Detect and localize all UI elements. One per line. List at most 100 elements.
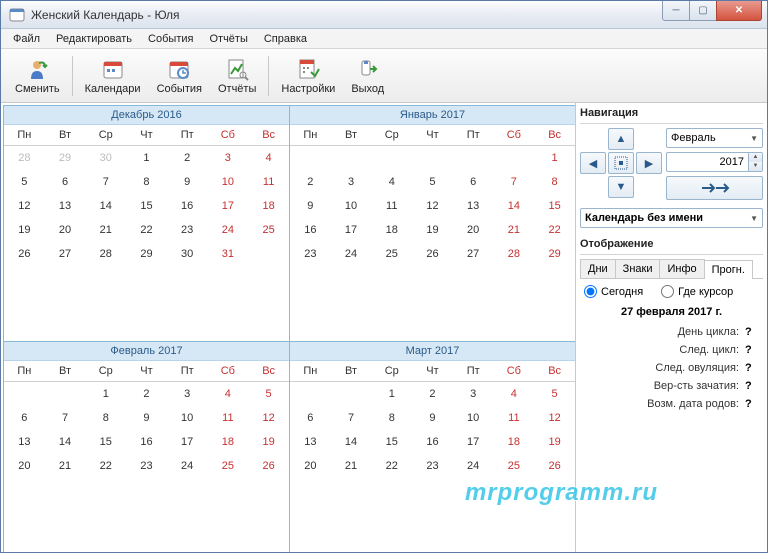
day-cell[interactable]: 2: [126, 381, 167, 406]
day-cell[interactable]: 21: [85, 218, 126, 242]
day-cell[interactable]: 10: [208, 170, 249, 194]
day-cell[interactable]: 26: [412, 242, 453, 266]
day-cell[interactable]: 20: [453, 218, 494, 242]
day-cell[interactable]: 31: [208, 242, 249, 266]
day-cell[interactable]: 17: [331, 218, 372, 242]
year-down-button[interactable]: ▼: [748, 162, 762, 171]
day-cell[interactable]: 2: [167, 146, 208, 171]
day-cell[interactable]: 24: [208, 218, 249, 242]
maximize-button[interactable]: ▢: [689, 1, 717, 21]
close-button[interactable]: ✕: [716, 1, 762, 21]
day-cell[interactable]: 8: [85, 406, 126, 430]
tool-Отчёты[interactable]: Отчёты: [210, 55, 264, 97]
nav-go-button[interactable]: [666, 176, 763, 200]
day-cell[interactable]: 9: [412, 406, 453, 430]
calendar-combo[interactable]: Календарь без имени ▼: [580, 208, 763, 228]
day-cell[interactable]: 18: [208, 430, 249, 454]
day-cell[interactable]: 25: [248, 218, 289, 242]
day-cell[interactable]: [45, 381, 86, 406]
year-up-button[interactable]: ▲: [748, 153, 762, 162]
day-cell[interactable]: [331, 381, 372, 406]
day-cell[interactable]: 8: [371, 406, 412, 430]
radio-cursor[interactable]: Где курсор: [661, 285, 733, 298]
day-cell[interactable]: 24: [453, 454, 494, 478]
day-cell[interactable]: [453, 146, 494, 171]
day-cell[interactable]: [290, 381, 331, 406]
year-input[interactable]: [671, 156, 748, 168]
day-cell[interactable]: 23: [167, 218, 208, 242]
day-cell[interactable]: 11: [248, 170, 289, 194]
nav-down-button[interactable]: ▼: [608, 176, 634, 198]
day-cell[interactable]: 25: [494, 454, 535, 478]
day-cell[interactable]: 8: [126, 170, 167, 194]
day-cell[interactable]: 4: [208, 381, 249, 406]
day-cell[interactable]: 13: [4, 430, 45, 454]
day-cell[interactable]: 15: [126, 194, 167, 218]
day-cell[interactable]: 22: [371, 454, 412, 478]
day-cell[interactable]: 29: [45, 146, 86, 171]
tool-Настройки[interactable]: Настройки: [273, 55, 343, 97]
day-cell[interactable]: [412, 146, 453, 171]
day-cell[interactable]: 25: [371, 242, 412, 266]
nav-up-button[interactable]: ▲: [608, 128, 634, 150]
day-cell[interactable]: 22: [85, 454, 126, 478]
day-cell[interactable]: 23: [126, 454, 167, 478]
day-cell[interactable]: 20: [290, 454, 331, 478]
day-cell[interactable]: 28: [85, 242, 126, 266]
day-cell[interactable]: 7: [45, 406, 86, 430]
day-cell[interactable]: 13: [290, 430, 331, 454]
day-cell[interactable]: 9: [126, 406, 167, 430]
day-cell[interactable]: 5: [534, 381, 575, 406]
day-cell[interactable]: 14: [494, 194, 535, 218]
day-cell[interactable]: 11: [494, 406, 535, 430]
day-cell[interactable]: 9: [290, 194, 331, 218]
day-cell[interactable]: 20: [45, 218, 86, 242]
day-cell[interactable]: 13: [453, 194, 494, 218]
day-cell[interactable]: 5: [248, 381, 289, 406]
day-cell[interactable]: 15: [534, 194, 575, 218]
day-cell[interactable]: 1: [85, 381, 126, 406]
tab-Дни[interactable]: Дни: [580, 259, 616, 278]
day-cell[interactable]: 11: [371, 194, 412, 218]
menu-Редактировать[interactable]: Редактировать: [48, 31, 140, 47]
day-cell[interactable]: 3: [167, 381, 208, 406]
day-cell[interactable]: 16: [412, 430, 453, 454]
day-cell[interactable]: [290, 146, 331, 171]
day-cell[interactable]: [371, 146, 412, 171]
day-cell[interactable]: [4, 381, 45, 406]
day-cell[interactable]: 12: [412, 194, 453, 218]
day-cell[interactable]: 6: [45, 170, 86, 194]
day-cell[interactable]: 26: [4, 242, 45, 266]
day-cell[interactable]: 9: [167, 170, 208, 194]
day-cell[interactable]: 10: [331, 194, 372, 218]
day-cell[interactable]: [248, 242, 289, 266]
day-cell[interactable]: 6: [453, 170, 494, 194]
day-cell[interactable]: 18: [248, 194, 289, 218]
day-cell[interactable]: 20: [4, 454, 45, 478]
day-cell[interactable]: 12: [534, 406, 575, 430]
day-cell[interactable]: 29: [126, 242, 167, 266]
day-cell[interactable]: 10: [453, 406, 494, 430]
nav-today-button[interactable]: [608, 152, 634, 174]
day-cell[interactable]: 1: [126, 146, 167, 171]
day-cell[interactable]: 19: [412, 218, 453, 242]
nav-right-button[interactable]: ▶: [636, 152, 662, 174]
menu-События[interactable]: События: [140, 31, 201, 47]
day-cell[interactable]: 18: [371, 218, 412, 242]
day-cell[interactable]: 8: [534, 170, 575, 194]
day-cell[interactable]: 13: [45, 194, 86, 218]
nav-left-button[interactable]: ◀: [580, 152, 606, 174]
day-cell[interactable]: 26: [248, 454, 289, 478]
day-cell[interactable]: 21: [494, 218, 535, 242]
minimize-button[interactable]: ─: [662, 1, 690, 21]
tab-Прогн.[interactable]: Прогн.: [704, 260, 753, 279]
day-cell[interactable]: 17: [453, 430, 494, 454]
day-cell[interactable]: 22: [126, 218, 167, 242]
month-combo[interactable]: Февраль ▼: [666, 128, 763, 148]
day-cell[interactable]: [331, 146, 372, 171]
day-cell[interactable]: 7: [85, 170, 126, 194]
day-cell[interactable]: 12: [248, 406, 289, 430]
day-cell[interactable]: 27: [453, 242, 494, 266]
day-cell[interactable]: 16: [167, 194, 208, 218]
day-cell[interactable]: 17: [208, 194, 249, 218]
